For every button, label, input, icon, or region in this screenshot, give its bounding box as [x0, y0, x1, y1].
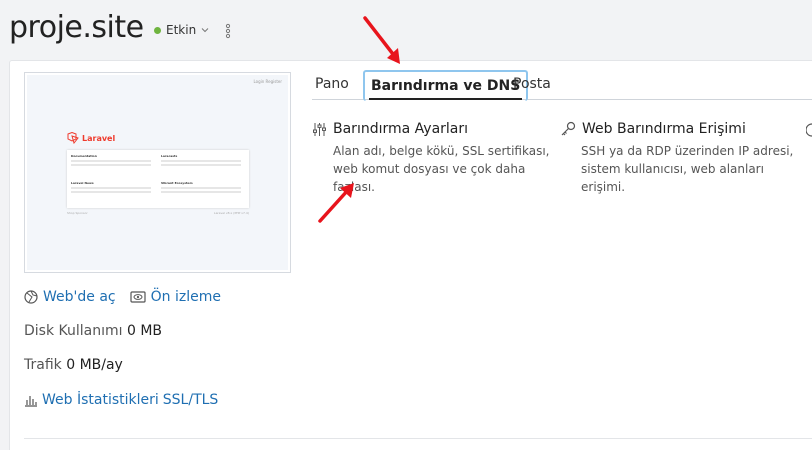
preview-link[interactable]: Ön izleme: [130, 289, 221, 305]
disk-usage: Disk Kullanımı 0 MB: [24, 323, 162, 339]
thumbnail-cell: Documentation: [71, 154, 159, 180]
web-hosting-access-feature[interactable]: Web Barındırma Erişimi SSH ya da RDP üze…: [560, 121, 810, 196]
thumbnail-footer-left: Shop Sponsor: [67, 211, 88, 215]
web-hosting-access-title[interactable]: Web Barındırma Erişimi: [560, 121, 810, 137]
hosting-settings-label: Barındırma Ayarları: [333, 121, 469, 137]
sliders-icon: [313, 122, 326, 136]
laravel-logo-text: Laravel: [82, 133, 116, 143]
web-statistics-link[interactable]: Web İstatistikleri: [42, 392, 159, 408]
traffic-value: 0 MB/ay: [66, 357, 123, 373]
description-line: sistem kullanıcısı, web alanları erişimi…: [581, 162, 764, 194]
site-links: Web'de aç Ön izleme: [24, 289, 221, 305]
tab-bar: Pano Barındırma ve DNS Posta: [312, 68, 812, 101]
page-title: proje.site: [9, 10, 144, 45]
traffic-usage: Trafik 0 MB/ay: [24, 357, 123, 373]
stats-links: Web İstatistikleri SSL/TLS: [24, 392, 218, 408]
preview-eye-icon: [130, 291, 146, 303]
annotation-arrow-icon: [363, 16, 400, 64]
description-line: SSH ya da RDP üzerinden IP adresi,: [581, 144, 794, 158]
more-options-icon[interactable]: [222, 22, 234, 40]
disk-usage-value: 0 MB: [126, 323, 163, 339]
tab-hosting-dns[interactable]: Barındırma ve DNS: [363, 70, 529, 101]
site-preview-thumbnail[interactable]: Login Register Laravel Documentation Lar…: [24, 72, 291, 273]
tab-posta[interactable]: Posta: [512, 70, 552, 100]
tab-pano[interactable]: Pano: [314, 70, 350, 100]
thumbnail-grid: Documentation Laracasts Laravel News Vib…: [67, 150, 249, 208]
thumbnail-canvas: Login Register Laravel Documentation Lar…: [27, 75, 288, 270]
page-header: proje.site Etkin: [0, 0, 812, 58]
thumbnail-cell-title: Laravel News: [71, 181, 94, 185]
traffic-label: Trafik: [24, 357, 62, 373]
ssl-tls-link[interactable]: SSL/TLS: [163, 392, 219, 408]
bar-chart-icon: [25, 396, 37, 407]
thumbnail-top-links: Login Register: [253, 79, 282, 84]
thumbnail-cell: Laracasts: [161, 154, 249, 180]
disk-usage-label: Disk Kullanımı: [24, 323, 123, 339]
thumbnail-cell-title: Documentation: [71, 154, 97, 158]
status-dot-icon: [154, 26, 161, 34]
open-in-web-label: Web'de aç: [43, 289, 116, 305]
status-label: Etkin: [166, 23, 197, 37]
laravel-logo: Laravel: [67, 132, 115, 144]
key-icon: [561, 121, 576, 136]
laravel-logo-icon: [67, 132, 79, 144]
hosting-settings-description: Alan adı, belge kökü, SSL sertifikası, w…: [333, 142, 552, 196]
thumbnail-cell-title: Laracasts: [161, 154, 178, 158]
thumbnail-footer: Shop Sponsor Laravel v8.x (PHP v7.4): [67, 211, 249, 215]
status-dropdown[interactable]: Etkin: [154, 23, 209, 37]
thumbnail-cell-title: Vibrant Ecosystem: [161, 181, 193, 185]
description-line: web komut dosyası ve çok daha fazlası.: [333, 162, 526, 194]
thumbnail-cell: Vibrant Ecosystem: [161, 181, 249, 207]
open-in-web-link[interactable]: Web'de aç: [24, 289, 116, 305]
thumbnail-cell: Laravel News: [71, 181, 159, 207]
globe-icon: [24, 290, 38, 304]
web-hosting-access-description: SSH ya da RDP üzerinden IP adresi, siste…: [581, 142, 810, 196]
web-hosting-access-label: Web Barındırma Erişimi: [582, 121, 746, 137]
hosting-settings-title[interactable]: Barındırma Ayarları: [312, 121, 552, 137]
description-line: Alan adı, belge kökü, SSL sertifikası,: [333, 144, 550, 158]
card-divider: [24, 438, 812, 439]
thumbnail-footer-right: Laravel v8.x (PHP v7.4): [213, 211, 249, 215]
annotation-arrow-icon: [318, 183, 354, 223]
preview-label: Ön izleme: [150, 289, 221, 305]
chevron-down-icon: [201, 28, 209, 33]
partial-feature-icon[interactable]: [806, 123, 812, 137]
